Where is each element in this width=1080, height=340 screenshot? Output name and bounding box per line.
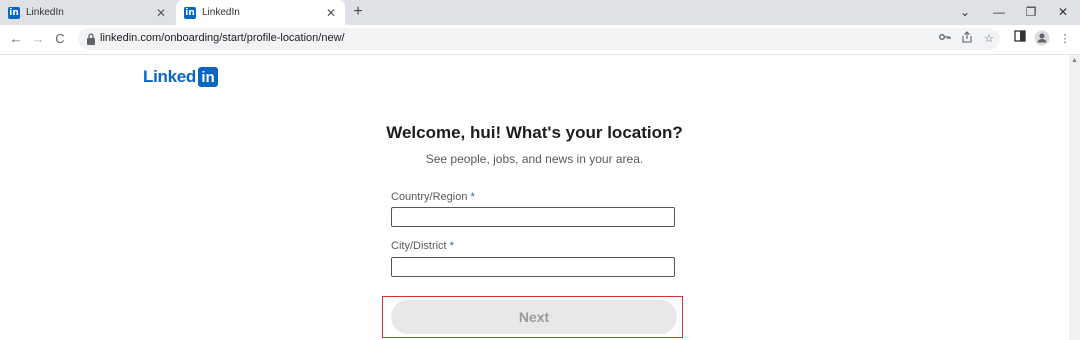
required-marker: * [449, 240, 454, 252]
lock-icon [87, 33, 95, 45]
tab-linkedin-2[interactable]: in LinkedIn ✕ [176, 0, 345, 25]
page-title: Welcome, hui! What's your location? [386, 123, 683, 142]
linkedin-favicon-icon: in [184, 6, 196, 19]
tab-close-icon[interactable]: ✕ [323, 6, 339, 20]
logo-box: in [198, 67, 218, 87]
restore-icon[interactable]: ❐ [1014, 0, 1048, 25]
minimize-icon[interactable]: — [982, 0, 1016, 25]
browser-toolbar: ← → C linkedin.com/onboarding/start/prof… [0, 25, 1080, 55]
url-text: linkedin.com/onboarding/start/profile-lo… [100, 32, 345, 44]
city-district-label: City/District * [391, 240, 454, 252]
profile-icon[interactable] [1033, 30, 1051, 48]
next-button[interactable]: Next [391, 300, 677, 334]
field-label-text: City/District [391, 240, 447, 252]
tab-search-icon[interactable]: ⌄ [948, 0, 982, 25]
back-icon[interactable]: ← [6, 29, 26, 49]
page-subtitle: See people, jobs, and news in your area. [425, 152, 644, 166]
share-icon[interactable] [959, 31, 975, 47]
scrollbar[interactable]: ▲ [1069, 55, 1080, 340]
country-region-label: Country/Region * [391, 191, 475, 203]
reload-icon[interactable]: C [50, 29, 70, 49]
required-marker: * [470, 191, 475, 203]
side-panel-icon[interactable] [1011, 30, 1029, 48]
tab-title: LinkedIn [202, 7, 240, 18]
field-label-text: Country/Region [391, 191, 468, 203]
scroll-up-icon[interactable]: ▲ [1071, 57, 1078, 64]
linkedin-logo[interactable]: Linked in [143, 67, 218, 87]
city-district-input[interactable] [391, 257, 675, 277]
country-region-input[interactable] [391, 207, 675, 227]
window-close-icon[interactable]: ✕ [1046, 0, 1080, 25]
tab-title: LinkedIn [26, 7, 64, 18]
tab-linkedin-1[interactable]: in LinkedIn ✕ [0, 0, 175, 25]
address-bar[interactable]: linkedin.com/onboarding/start/profile-lo… [78, 28, 1000, 50]
menu-icon[interactable]: ⋮ [1056, 30, 1074, 48]
tab-strip: in LinkedIn ✕ in LinkedIn ✕ + ⌄ — ❐ ✕ [0, 0, 1080, 25]
new-tab-button[interactable]: + [349, 3, 367, 21]
tab-close-icon[interactable]: ✕ [153, 6, 169, 20]
key-icon[interactable] [937, 31, 953, 47]
star-icon[interactable]: ☆ [981, 31, 997, 47]
logo-word: Linked [143, 67, 196, 86]
linkedin-favicon-icon: in [8, 6, 20, 19]
forward-icon[interactable]: → [28, 29, 48, 49]
